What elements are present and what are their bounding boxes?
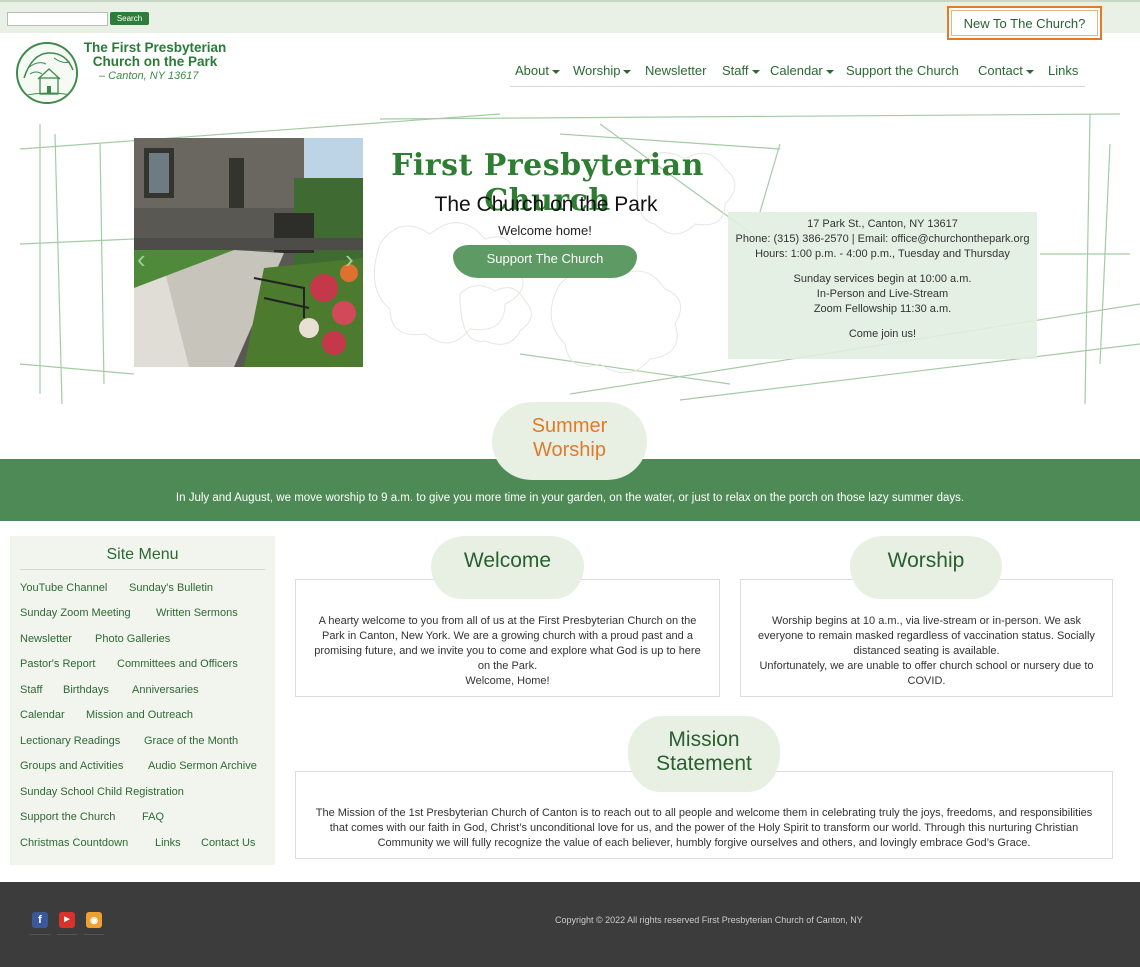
summer-title-line1: Summer [531, 415, 608, 437]
contact-text: Phone: (315) 386-2570 | Email: office@ch… [735, 233, 1030, 245]
sidebar-link[interactable]: Committees and Officers [117, 658, 238, 670]
sidebar-link[interactable]: Photo Galleries [95, 633, 170, 645]
sidebar-link[interactable]: Sunday's Bulletin [129, 582, 213, 594]
sidebar-link[interactable]: Groups and Activities [20, 760, 123, 772]
nav-worship-label: Worship [573, 63, 621, 78]
hero-section: ‹ › First Presbyterian Church The Church… [0, 104, 1140, 404]
site-menu-sidebar: Site Menu YouTube Channel Sunday's Bulle… [10, 536, 275, 865]
site-location: – Canton, NY 13617 [99, 70, 199, 82]
sidebar-link[interactable]: Staff [20, 684, 42, 696]
sidebar-link[interactable]: Support the Church [20, 811, 115, 823]
carousel-next-icon[interactable]: › [345, 244, 354, 275]
sidebar-link[interactable]: Grace of the Month [144, 735, 238, 747]
divider [57, 934, 77, 935]
welcome-heading: Welcome [431, 536, 584, 599]
youtube-icon[interactable]: ▶ [59, 912, 75, 928]
nav-about-label: About [515, 63, 549, 78]
site-title-line1: The First Presbyterian [83, 40, 227, 55]
nav-contact[interactable]: Contact [978, 63, 1034, 78]
format-text: In-Person and Live-Stream [816, 288, 949, 300]
nav-newsletter[interactable]: Newsletter [645, 63, 706, 78]
search-button[interactable]: Search [110, 12, 149, 25]
sidebar-link[interactable]: Audio Sermon Archive [148, 760, 257, 772]
rss-icon[interactable]: ◉ [86, 912, 102, 928]
mission-title-line2: Statement [656, 752, 752, 775]
search-input[interactable] [7, 12, 108, 26]
sidebar-link[interactable]: Written Sermons [156, 607, 238, 619]
nav-calendar-label: Calendar [770, 63, 823, 78]
welcome-closing: Welcome, Home! [465, 675, 550, 687]
sidebar-link[interactable]: Pastor's Report [20, 658, 95, 670]
facebook-icon[interactable]: f [32, 912, 48, 928]
sidebar-link[interactable]: Newsletter [20, 633, 72, 645]
contact-info-box: 17 Park St., Canton, NY 13617 Phone: (31… [728, 212, 1037, 359]
nav-staff[interactable]: Staff [722, 63, 760, 78]
join-text: Come join us! [848, 328, 917, 340]
caret-down-icon [623, 69, 632, 74]
sidebar-link[interactable]: Mission and Outreach [86, 709, 193, 721]
divider [30, 934, 50, 935]
caret-down-icon [751, 69, 760, 74]
caret-down-icon [825, 69, 834, 74]
sidebar-link[interactable]: YouTube Channel [20, 582, 107, 594]
sidebar-link[interactable]: FAQ [142, 811, 164, 823]
site-menu-title: Site Menu [20, 546, 265, 570]
sidebar-link[interactable]: Calendar [20, 709, 65, 721]
church-photo-slide[interactable] [134, 138, 363, 367]
address-text: 17 Park St., Canton, NY 13617 [807, 218, 958, 230]
hero-subtitle: The Church on the Park [434, 193, 658, 216]
divider [84, 934, 104, 935]
nav-worship[interactable]: Worship [573, 63, 632, 78]
services-text: Sunday services begin at 10:00 a.m. [793, 273, 972, 285]
summer-worship-heading: Summer Worship [492, 402, 647, 480]
caret-down-icon [1025, 69, 1034, 74]
nav-calendar[interactable]: Calendar [770, 63, 834, 78]
nav-support-label: Support the Church [846, 63, 959, 78]
nav-newsletter-label: Newsletter [645, 63, 707, 78]
summer-title-line2: Worship [533, 439, 606, 461]
sidebar-link[interactable]: Birthdays [63, 684, 109, 696]
sidebar-link[interactable]: Links [155, 837, 181, 849]
carousel-prev-icon[interactable]: ‹ [137, 244, 146, 275]
mission-heading: Mission Statement [628, 716, 780, 792]
worship-note: Unfortunately, we are unable to offer ch… [759, 660, 1094, 687]
site-footer: f ▶ ◉ Copyright © 2022 All rights reserv… [0, 882, 1140, 967]
copyright-text: Copyright © 2022 All rights reserved Fir… [555, 915, 863, 925]
sidebar-link[interactable]: Lectionary Readings [20, 735, 120, 747]
hero-welcome: Welcome home! [498, 223, 592, 238]
nav-contact-label: Contact [978, 63, 1023, 78]
site-title[interactable]: The First Presbyterian Church on the Par… [75, 41, 235, 69]
nav-links[interactable]: Links [1048, 63, 1078, 78]
new-to-church-label: New To The Church? [951, 10, 1098, 36]
fellowship-text: Zoom Fellowship 11:30 a.m. [813, 303, 952, 315]
new-to-church-button[interactable]: New To The Church? [947, 6, 1102, 40]
sidebar-link[interactable]: Sunday Zoom Meeting [20, 607, 131, 619]
mission-title-line1: Mission [668, 728, 740, 751]
nav-about[interactable]: About [515, 63, 560, 78]
support-church-button[interactable]: Support The Church [453, 245, 637, 278]
hours-text: Hours: 1:00 p.m. - 4:00 p.m., Tuesday an… [755, 248, 1010, 260]
main-nav: About Worship Newsletter Staff Calendar … [510, 61, 1085, 87]
nav-links-label: Links [1048, 63, 1079, 78]
worship-heading: Worship [850, 536, 1002, 599]
summer-worship-text: In July and August, we move worship to 9… [175, 492, 965, 504]
nav-support[interactable]: Support the Church [846, 63, 959, 78]
sidebar-link[interactable]: Contact Us [201, 837, 255, 849]
caret-down-icon [551, 69, 560, 74]
church-logo-icon[interactable] [16, 42, 78, 104]
sidebar-link[interactable]: Sunday School Child Registration [20, 786, 184, 798]
sidebar-link[interactable]: Anniversaries [132, 684, 199, 696]
site-title-line2: Church on the Park [92, 54, 218, 69]
nav-staff-label: Staff [722, 63, 749, 78]
sidebar-link[interactable]: Christmas Countdown [20, 837, 128, 849]
